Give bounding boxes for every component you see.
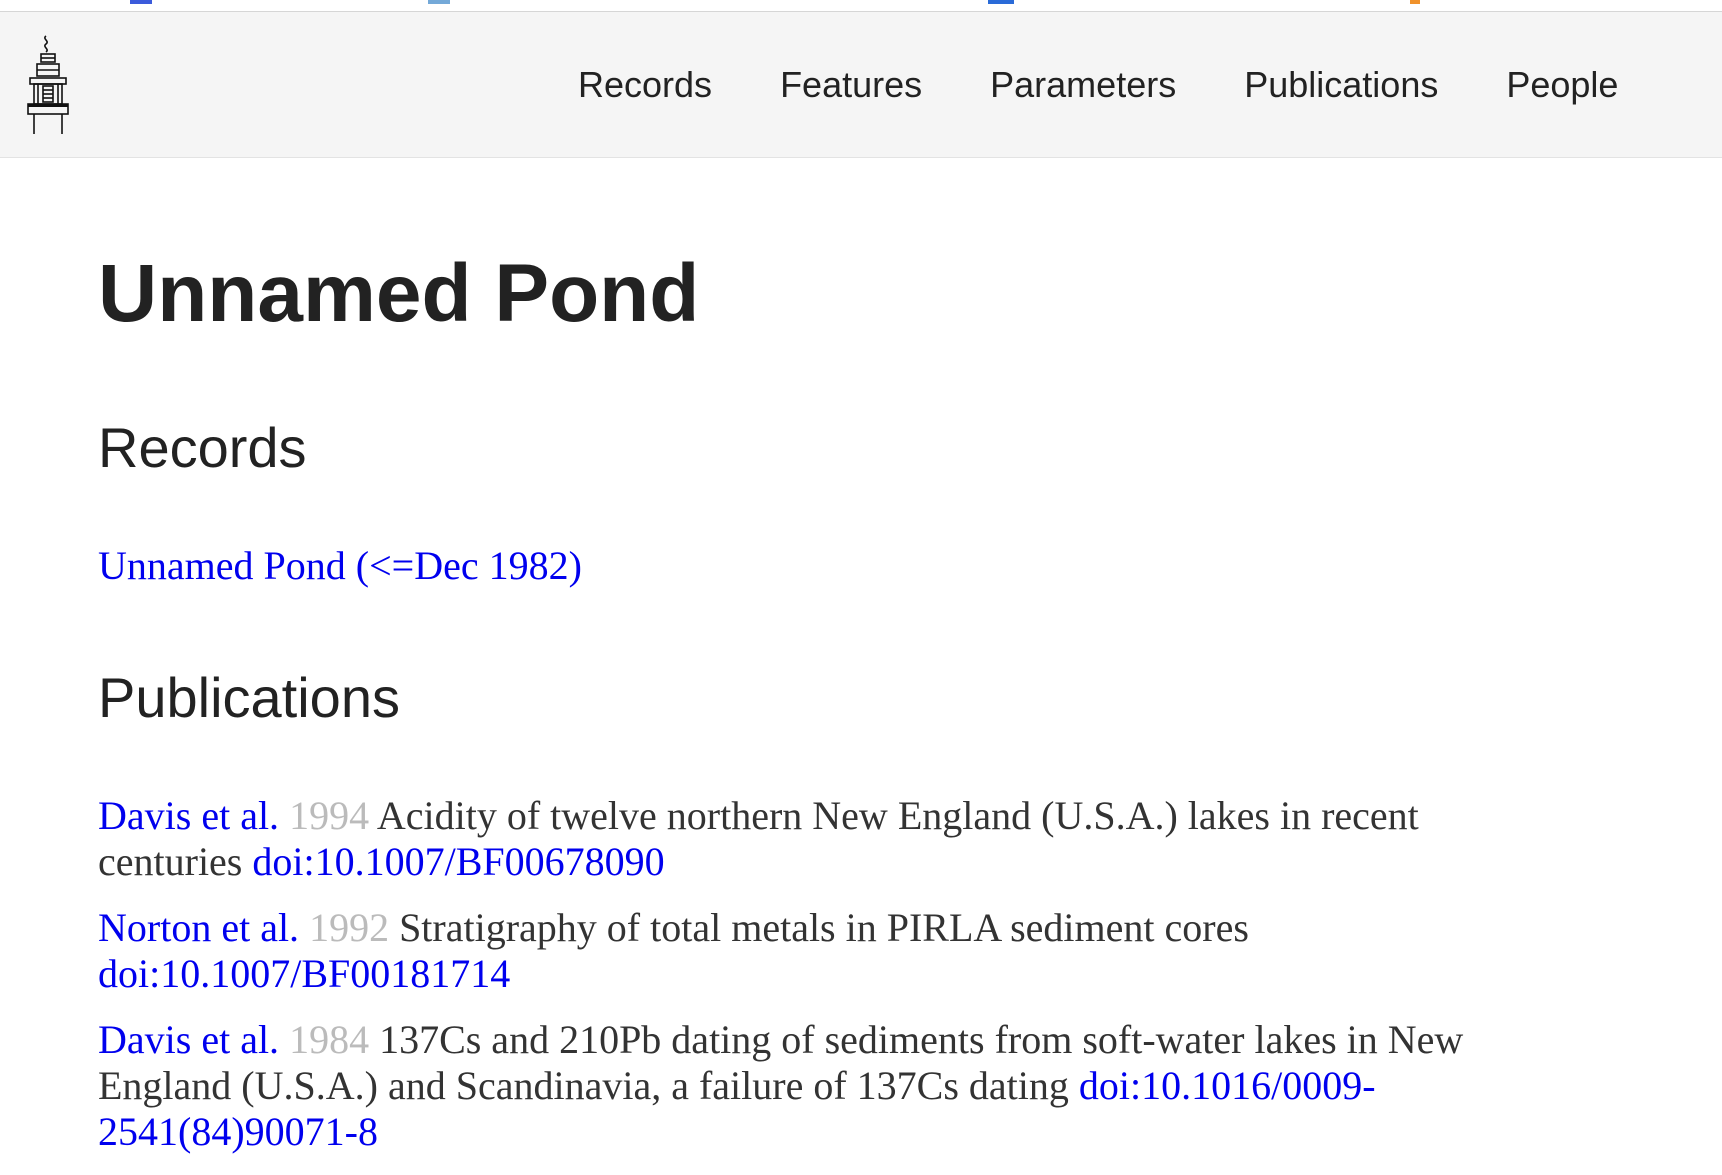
nav-link-features[interactable]: Features (780, 64, 922, 106)
publication-authors-link[interactable]: Norton et al. (98, 905, 299, 950)
publications-heading: Publications (98, 666, 400, 729)
publication-year: 1984 (289, 1017, 370, 1062)
tab-fragment (130, 0, 152, 4)
publication-authors-link[interactable]: Davis et al. (98, 1017, 279, 1062)
publication-title: Stratigraphy of total metals in PIRLA se… (399, 905, 1249, 950)
records-heading: Records (98, 416, 307, 479)
tab-fragment (428, 0, 450, 4)
main-nav: Records Features Parameters Publications… (578, 12, 1618, 157)
page-title: Unnamed Pond (98, 248, 700, 339)
tab-fragment (1410, 0, 1420, 4)
nav-link-records[interactable]: Records (578, 64, 712, 106)
tab-fragment (988, 0, 1014, 4)
publication-year: 1992 (309, 905, 390, 950)
browser-tab-strip (0, 0, 1722, 12)
publication-item: Davis et al. 1984 137Cs and 210Pb dating… (98, 1017, 1518, 1155)
nav-link-people[interactable]: People (1506, 64, 1618, 106)
publication-authors-link[interactable]: Davis et al. (98, 793, 279, 838)
publication-list: Davis et al. 1994 Acidity of twelve nort… (98, 793, 1518, 1175)
publication-item: Davis et al. 1994 Acidity of twelve nort… (98, 793, 1518, 885)
publication-item: Norton et al. 1992 Stratigraphy of total… (98, 905, 1518, 997)
publication-year: 1994 (289, 793, 370, 838)
nav-link-parameters[interactable]: Parameters (990, 64, 1176, 106)
home-logo-link[interactable] (24, 34, 72, 138)
record-link[interactable]: Unnamed Pond (<=Dec 1982) (98, 542, 582, 589)
publication-doi-link[interactable]: doi:10.1007/BF00678090 (252, 839, 664, 884)
sediment-core-sampler-icon (27, 35, 69, 134)
nav-link-publications[interactable]: Publications (1244, 64, 1438, 106)
navbar: Records Features Parameters Publications… (0, 12, 1722, 158)
publication-doi-link[interactable]: doi:10.1007/BF00181714 (98, 951, 510, 996)
